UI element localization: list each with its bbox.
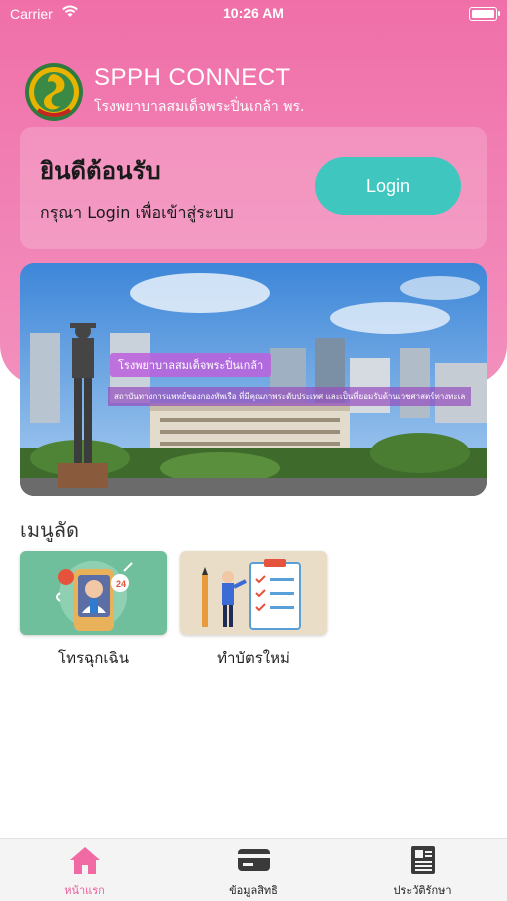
clock: 10:26 AM [223,5,284,21]
tab-rights-label: ข้อมูลสิทธิ [229,884,278,897]
emergency-call-icon: 24 [56,561,133,631]
home-icon [0,845,169,875]
welcome-card: ยินดีต้อนรับ กรุณา Login เพื่อเข้าสู่ระบ… [20,127,487,249]
app-title: SPPH CONNECT [94,64,291,91]
svg-text:24: 24 [116,579,126,589]
hospital-banner[interactable]: โรงพยาบาลสมเด็จพระปิ่นเกล้า สถาบันทางการ… [20,263,487,496]
card-icon [169,845,338,875]
banner-photo [20,263,487,496]
shortcuts-title: เมนูลัด [20,518,79,542]
status-bar: Carrier 10:26 AM [0,0,507,28]
new-card-card[interactable] [180,551,327,635]
new-card-icon [202,559,301,630]
tab-history-label: ประวัติรักษา [393,884,452,897]
welcome-title: ยินดีต้อนรับ [40,157,161,185]
banner-caption: สถาบันทางการแพทย์ของกองทัพเรือ ที่มีคุณภ… [108,387,472,406]
tab-home[interactable]: หน้าแรก [0,839,169,901]
app-subtitle: โรงพยาบาลสมเด็จพระปิ่นเกล้า พร. [94,99,305,115]
hospital-logo-icon [24,62,84,122]
welcome-subtitle: กรุณา Login เพื่อเข้าสู่ระบบ [40,203,234,222]
tab-home-label: หน้าแรก [64,884,105,897]
tab-rights[interactable]: ข้อมูลสิทธิ [169,839,338,901]
emergency-call-label: โทรฉุกเฉิน [58,649,129,667]
tab-bar: หน้าแรก ข้อมูลสิทธิ ประวัติรักษา [0,838,507,901]
new-card-label: ทำบัตรใหม่ [217,649,290,667]
document-icon [338,845,507,875]
login-button[interactable]: Login [315,157,461,215]
tab-history[interactable]: ประวัติรักษา [338,839,507,901]
battery-icon [469,7,500,21]
emergency-call-card[interactable]: 24 [20,551,167,635]
banner-tag: โรงพยาบาลสมเด็จพระปิ่นเกล้า [110,353,272,377]
